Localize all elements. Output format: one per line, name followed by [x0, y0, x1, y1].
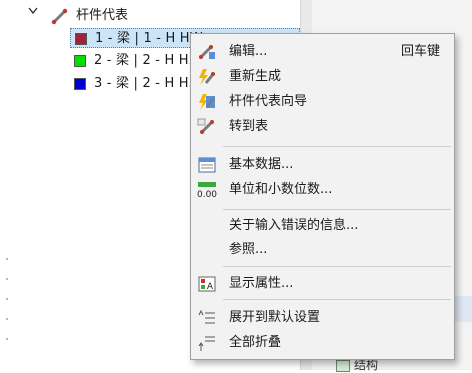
menu-item-edit[interactable]: 编辑... 回车键 [191, 40, 454, 64]
collapse-all-icon [198, 336, 215, 351]
menu-item-collapse-all[interactable]: 全部折叠 [191, 331, 454, 355]
menu-item-label: 重新生成 [229, 69, 282, 84]
menu-item-label: 参照... [229, 242, 268, 257]
table-icon [197, 118, 215, 135]
menu-item-label: 杆件代表向导 [229, 94, 308, 109]
menu-separator [223, 209, 451, 210]
menu-item-label: 转到表 [229, 119, 269, 134]
menu-item-label: 展开到默认设置 [229, 310, 321, 325]
menu-item-label: 基本数据... [229, 157, 294, 172]
basic-data-icon [198, 157, 216, 173]
color-swatch [75, 33, 87, 45]
edit-icon [198, 44, 215, 60]
menu-item-regenerate[interactable]: 重新生成 [191, 65, 454, 89]
menu-item-display-properties[interactable]: A 显示属性... [191, 272, 454, 296]
menu-item-input-error-info[interactable]: 关于输入错误的信息... [191, 214, 454, 238]
tree-item-label: 2 - 梁 | 2 - H H... [94, 53, 202, 68]
menu-item-label: 关于输入错误的信息... [229, 218, 359, 233]
menu-item-expand-default[interactable]: 展开到默认设置 [191, 306, 454, 330]
menu-item-label: 显示属性... [229, 276, 294, 291]
color-swatch [74, 55, 86, 67]
display-properties-icon: A [198, 276, 216, 292]
menu-item-label: 全部折叠 [229, 335, 282, 350]
expand-default-icon [198, 309, 215, 324]
tree-guide [6, 258, 8, 260]
menu-item-label: 编辑... [229, 44, 268, 59]
menu-item-label: 单位和小数位数... [229, 182, 333, 197]
tree-guide [6, 338, 8, 340]
chevron-down-icon[interactable] [28, 7, 38, 15]
tree-guide [6, 278, 8, 280]
units-decimals-icon: 0.00 [197, 182, 217, 199]
menu-item-references[interactable]: 参照... [191, 238, 454, 262]
menu-item-basic-data[interactable]: 基本数据... [191, 153, 454, 177]
menu-separator [223, 299, 451, 300]
tree-guide [6, 318, 8, 320]
member-representative-icon [51, 8, 68, 25]
tree-item-label: 3 - 梁 | 2 - H H... [94, 76, 202, 91]
menu-item-go-to-table[interactable]: 转到表 [191, 115, 454, 139]
menu-item-shortcut: 回车键 [400, 44, 440, 59]
regenerate-icon [199, 69, 216, 85]
menu-separator [223, 266, 451, 267]
tree-guide [6, 298, 8, 300]
menu-separator [223, 146, 451, 147]
svg-text:A: A [207, 282, 214, 292]
color-swatch [74, 78, 86, 90]
menu-item-units-decimals[interactable]: 0.00 单位和小数位数... [191, 178, 454, 202]
menu-item-wizard[interactable]: 杆件代表向导 [191, 90, 454, 114]
context-menu: 编辑... 回车键 重新生成 杆件代表向导 转到表 基本数据... 0.00 单… [190, 33, 455, 360]
tree-node-label: 杆件代表 [76, 8, 129, 23]
wizard-icon [199, 94, 215, 110]
svg-text:0.00: 0.00 [197, 190, 217, 199]
